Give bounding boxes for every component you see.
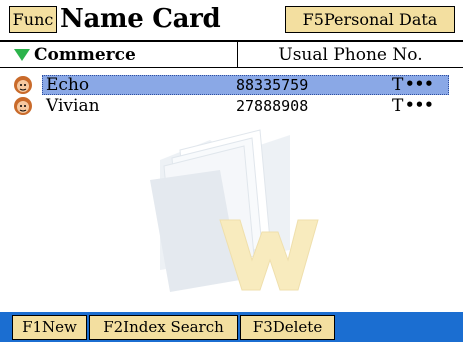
person-avatar-icon — [14, 76, 32, 94]
contact-phone: 27888908 — [236, 97, 309, 115]
func-button[interactable]: Func — [9, 6, 57, 33]
new-button[interactable]: F1New — [12, 315, 87, 340]
contact-name: Echo — [46, 75, 90, 95]
category-selector[interactable]: Commerce — [34, 44, 136, 66]
folder-document-icon — [150, 129, 319, 292]
contact-extra: T — [392, 75, 404, 95]
truncation-ellipsis: ••• — [405, 75, 434, 93]
function-key-bar: F1New F2Index Search F3Delete — [0, 312, 463, 342]
index-search-button[interactable]: F2Index Search — [89, 315, 238, 340]
personal-data-button[interactable]: F5Personal Data — [285, 6, 455, 33]
person-avatar-icon — [14, 97, 32, 115]
title-bar: Func Name Card F5Personal Data — [0, 0, 463, 42]
delete-button[interactable]: F3Delete — [240, 315, 335, 340]
list-item[interactable]: Echo 88335759 T ••• — [12, 75, 463, 95]
column-header-phone[interactable]: Usual Phone No. — [238, 44, 463, 66]
truncation-ellipsis: ••• — [405, 96, 434, 114]
list-item[interactable]: Vivian 27888908 T ••• — [12, 96, 463, 116]
contact-extra: T — [392, 96, 404, 116]
contact-phone: 88335759 — [236, 76, 309, 94]
page-title: Name Card — [60, 4, 221, 34]
contact-name: Vivian — [46, 96, 100, 116]
list-header: Commerce Usual Phone No. — [0, 42, 463, 68]
triangle-down-icon[interactable] — [14, 49, 30, 61]
